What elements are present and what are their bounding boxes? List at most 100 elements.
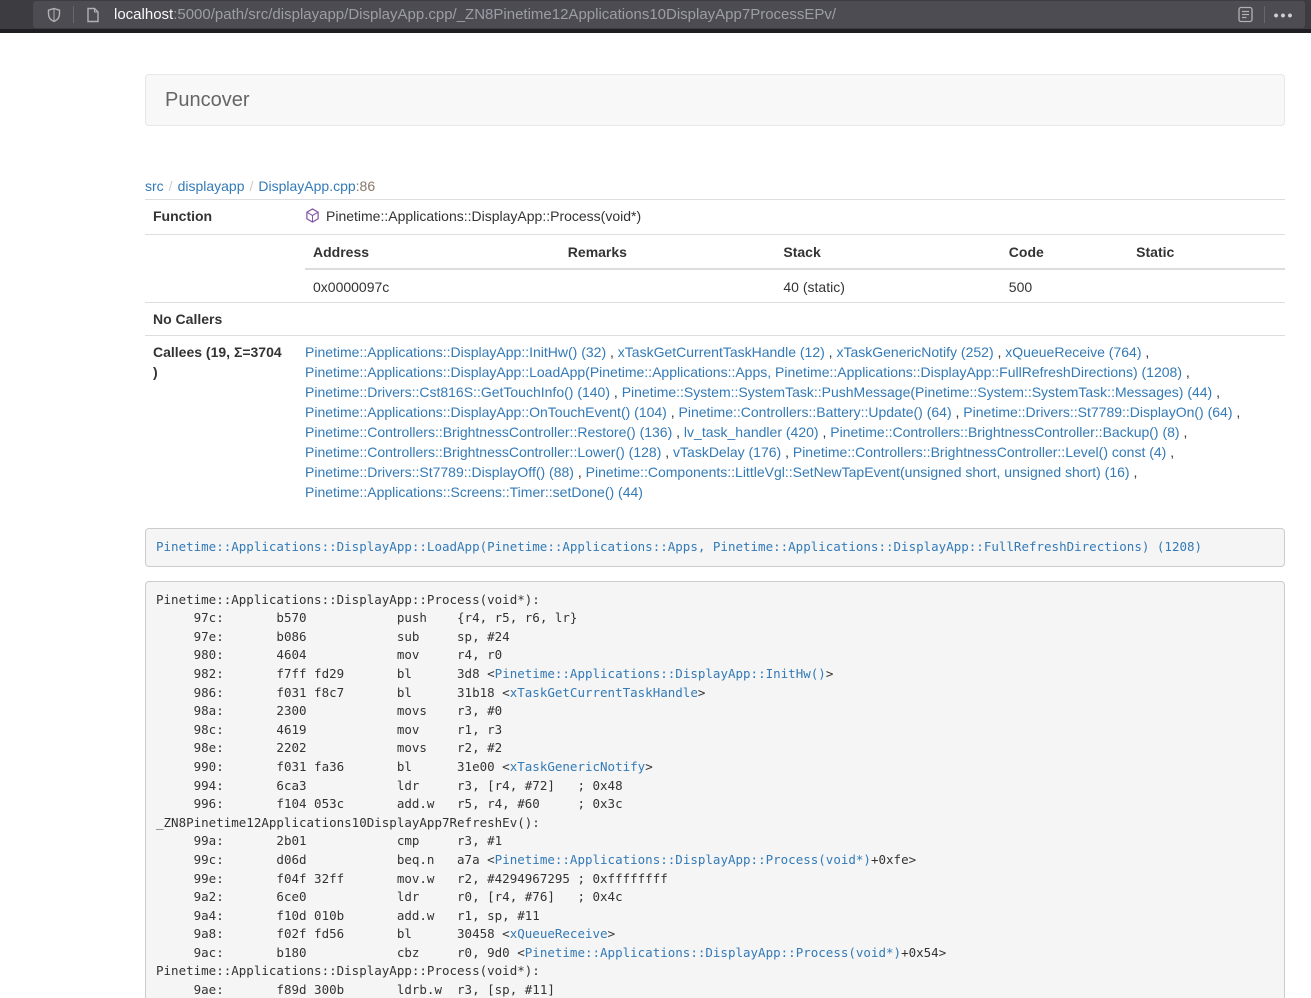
assembly-text: 9a8: f02f fd56 bl 30458 <	[156, 926, 510, 941]
callee-link[interactable]: Pinetime::Controllers::Battery::Update()…	[679, 404, 952, 420]
callee-link[interactable]: Pinetime::Controllers::BrightnessControl…	[305, 444, 661, 460]
callee-separator: ,	[661, 444, 673, 460]
page-container: Puncover src/displayapp/DisplayApp.cpp:8…	[145, 74, 1285, 998]
assembly-text: 98e: 2202 movs r2, #2	[156, 740, 502, 755]
symbol-cube-icon	[305, 208, 320, 228]
assembly-text: 996: f104 053c add.w r5, r4, #60 ; 0x3c	[156, 796, 623, 811]
callee-link[interactable]: xQueueReceive (764)	[1005, 344, 1141, 360]
callee-link[interactable]: Pinetime::Controllers::BrightnessControl…	[830, 424, 1179, 440]
callee-link[interactable]: Pinetime::Drivers::St7789::DisplayOff() …	[305, 464, 574, 480]
shield-icon[interactable]	[41, 1, 67, 28]
breadcrumb-link-displayapp[interactable]: displayapp	[178, 178, 245, 194]
assembly-text: 994: 6ca3 ldr r3, [r4, #72] ; 0x48	[156, 778, 623, 793]
callees-list: Pinetime::Applications::DisplayApp::Init…	[297, 336, 1285, 509]
function-row-label: Function	[145, 200, 297, 235]
urlbar-divider	[1264, 6, 1265, 23]
table-row: Address Remarks Stack Code Static 0x0000…	[145, 235, 1285, 303]
assembly-text: 99c: d06d beq.n a7a <	[156, 852, 495, 867]
assembly-listing: Pinetime::Applications::DisplayApp::Proc…	[145, 581, 1285, 998]
assembly-text: 98a: 2300 movs r3, #0	[156, 703, 502, 718]
assembly-text: 982: f7ff fd29 bl 3d8 <	[156, 666, 495, 681]
table-row: No Callers	[145, 303, 1285, 336]
url-bar[interactable]: localhost:5000/path/src/displayapp/Displ…	[33, 1, 1305, 28]
reader-mode-icon[interactable]	[1232, 1, 1258, 28]
callee-link[interactable]: lv_task_handler (420)	[684, 424, 819, 440]
callee-link[interactable]: Pinetime::Drivers::Cst816S::GetTouchInfo…	[305, 384, 610, 400]
callee-link[interactable]: Pinetime::Applications::DisplayApp::OnTo…	[305, 404, 667, 420]
assembly-text: >	[645, 759, 653, 774]
assembly-text: +0xfe>	[871, 852, 916, 867]
callee-link[interactable]: Pinetime::Components::LittleVgl::SetNewT…	[586, 464, 1130, 480]
callee-separator: ,	[994, 344, 1006, 360]
source-line-snippet: Pinetime::Applications::DisplayApp::Load…	[145, 528, 1285, 567]
metrics-cell: Address Remarks Stack Code Static 0x0000…	[297, 235, 1285, 303]
code-value: 500	[1001, 269, 1128, 300]
callee-link[interactable]: xTaskGetCurrentTaskHandle (12)	[618, 344, 825, 360]
assembly-symbol-link[interactable]: xTaskGenericNotify	[510, 759, 645, 774]
assembly-text: >	[826, 666, 834, 681]
urlbar-divider	[73, 6, 74, 23]
column-header-code: Code	[1001, 241, 1128, 269]
assembly-symbol-link[interactable]: Pinetime::Applications::DisplayApp::Init…	[495, 666, 826, 681]
callee-separator: ,	[610, 384, 622, 400]
column-header-stack: Stack	[775, 241, 1000, 269]
page-icon[interactable]	[80, 1, 106, 28]
callee-link[interactable]: xTaskGenericNotify (252)	[836, 344, 993, 360]
assembly-text: 9a4: f10d 010b add.w r1, sp, #11	[156, 908, 540, 923]
callee-link[interactable]: Pinetime::Applications::Screens::Timer::…	[305, 484, 643, 500]
table-header-row: Address Remarks Stack Code Static	[305, 241, 1285, 269]
callee-separator: ,	[1166, 444, 1174, 460]
table-row: 0x0000097c 40 (static) 500	[305, 269, 1285, 300]
callee-link[interactable]: Pinetime::System::SystemTask::PushMessag…	[622, 384, 1213, 400]
assembly-text: 99a: 2b01 cmp r3, #1	[156, 833, 502, 848]
assembly-text: 9ac: b180 cbz r0, 9d0 <	[156, 945, 525, 960]
loadapp-symbol-link[interactable]: Pinetime::Applications::DisplayApp::Load…	[156, 539, 1202, 554]
column-header-address: Address	[305, 241, 560, 269]
callee-link[interactable]: Pinetime::Controllers::BrightnessControl…	[793, 444, 1166, 460]
callee-separator: ,	[952, 404, 964, 420]
callee-link[interactable]: Pinetime::Drivers::St7789::DisplayOn() (…	[963, 404, 1232, 420]
stack-value: 40 (static)	[775, 269, 1000, 300]
assembly-text: 9a2: 6ce0 ldr r0, [r4, #76] ; 0x4c	[156, 889, 623, 904]
remarks-value	[560, 269, 776, 300]
url-host: localhost	[114, 6, 173, 23]
callee-separator: ,	[574, 464, 586, 480]
column-header-remarks: Remarks	[560, 241, 776, 269]
callee-link[interactable]: vTaskDelay (176)	[673, 444, 781, 460]
assembly-text: Pinetime::Applications::DisplayApp::Proc…	[156, 592, 540, 607]
app-title[interactable]: Puncover	[165, 89, 250, 112]
function-table: Function Pinetime::Applications::Display…	[145, 199, 1285, 508]
function-name: Pinetime::Applications::DisplayApp::Proc…	[326, 208, 641, 224]
function-name-cell: Pinetime::Applications::DisplayApp::Proc…	[297, 200, 1285, 235]
assembly-text: 980: 4604 mov r4, r0	[156, 647, 502, 662]
assembly-symbol-link[interactable]: xQueueReceive	[510, 926, 608, 941]
assembly-text: 986: f031 f8c7 bl 31b18 <	[156, 685, 510, 700]
metrics-table: Address Remarks Stack Code Static 0x0000…	[305, 241, 1285, 300]
callee-separator: ,	[825, 344, 837, 360]
callee-separator: ,	[1212, 384, 1220, 400]
page-actions-menu-icon[interactable]: •••	[1271, 1, 1297, 28]
assembly-symbol-link[interactable]: Pinetime::Applications::DisplayApp::Proc…	[495, 852, 871, 867]
assembly-symbol-link[interactable]: xTaskGetCurrentTaskHandle	[510, 685, 698, 700]
assembly-text: _ZN8Pinetime12Applications10DisplayApp7R…	[156, 815, 540, 830]
assembly-text: +0x54>	[901, 945, 946, 960]
url-text: localhost:5000/path/src/displayapp/Displ…	[114, 6, 1232, 23]
assembly-text: 990: f031 fa36 bl 31e00 <	[156, 759, 510, 774]
url-path: :5000/path/src/displayapp/DisplayApp.cpp…	[173, 6, 836, 23]
callee-separator: ,	[1141, 344, 1149, 360]
empty-row-label	[145, 235, 297, 303]
callee-separator: ,	[819, 424, 831, 440]
callee-separator: ,	[781, 444, 793, 460]
table-row: Callees (19, Σ=3704 ) Pinetime::Applicat…	[145, 336, 1285, 509]
address-value: 0x0000097c	[305, 269, 560, 300]
breadcrumb-link-file[interactable]: DisplayApp.cpp	[258, 178, 355, 194]
assembly-text: >	[698, 685, 706, 700]
assembly-symbol-link[interactable]: Pinetime::Applications::DisplayApp::Proc…	[525, 945, 901, 960]
callee-link[interactable]: Pinetime::Applications::DisplayApp::Init…	[305, 344, 606, 360]
callee-link[interactable]: Pinetime::Controllers::BrightnessControl…	[305, 424, 672, 440]
callee-separator: ,	[1180, 424, 1188, 440]
callee-separator: ,	[1130, 464, 1138, 480]
assembly-text: 9ae: f89d 300b ldrb.w r3, [sp, #11]	[156, 982, 555, 997]
breadcrumb-link-src[interactable]: src	[145, 178, 164, 194]
callee-link[interactable]: Pinetime::Applications::DisplayApp::Load…	[305, 364, 1182, 380]
